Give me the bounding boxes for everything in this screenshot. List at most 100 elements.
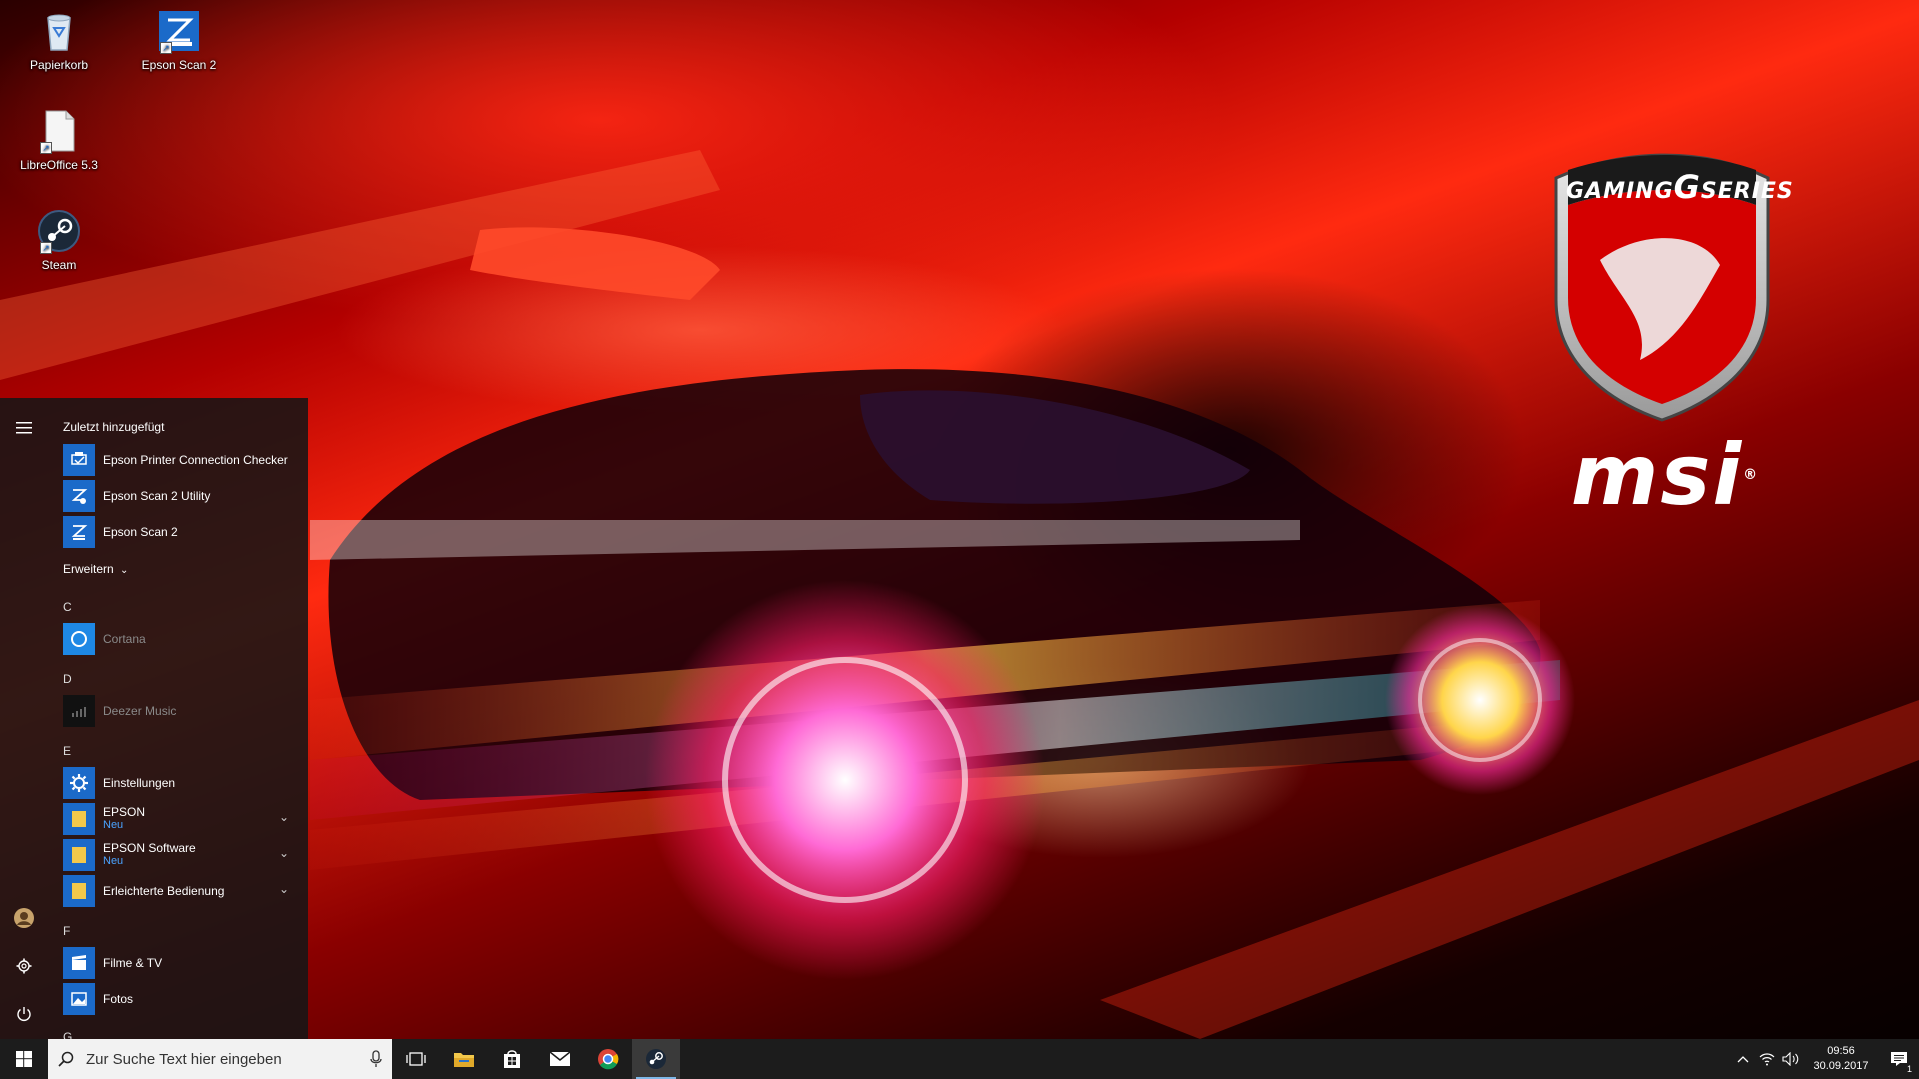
taskbar-file-explorer[interactable] — [440, 1039, 488, 1079]
app-folder-epson[interactable]: EPSON Neu ⌄ — [63, 802, 303, 835]
expand-button[interactable]: Erweitern ⌄ — [63, 562, 128, 576]
settings-gear-icon[interactable] — [8, 950, 40, 982]
system-tray: 09:56 30.09.2017 1 — [1731, 1039, 1919, 1079]
app-deezer-music[interactable]: Deezer Music — [63, 694, 303, 727]
user-avatar-icon[interactable] — [8, 902, 40, 934]
expand-label: Erweitern — [63, 562, 114, 576]
libreoffice-file-icon: ↗ — [36, 108, 82, 154]
chrome-icon — [598, 1049, 619, 1070]
hamburger-menu-icon[interactable] — [8, 412, 40, 444]
taskbar-clock[interactable]: 09:56 30.09.2017 — [1803, 1044, 1879, 1074]
shortcut-arrow-icon: ↗ — [40, 242, 52, 254]
search-icon — [58, 1051, 74, 1067]
new-badge: Neu — [103, 855, 124, 867]
app-fotos[interactable]: Fotos — [63, 982, 303, 1015]
app-label: EPSON Neu — [103, 805, 145, 832]
epson-scan-icon — [63, 515, 95, 548]
app-epson-scan-2-utility[interactable]: Epson Scan 2 Utility — [63, 479, 303, 512]
clock-date: 30.09.2017 — [1813, 1060, 1869, 1072]
taskbar-mail[interactable] — [536, 1039, 584, 1079]
shortcut-arrow-icon: ↗ — [160, 42, 172, 54]
printer-checker-icon — [63, 443, 95, 476]
start-button[interactable] — [0, 1039, 48, 1079]
recycle-bin-icon — [36, 8, 82, 54]
chevron-down-icon[interactable]: ⌄ — [279, 810, 289, 824]
app-label: Epson Printer Connection Checker — [103, 452, 288, 467]
microphone-icon[interactable] — [370, 1050, 382, 1068]
volume-icon[interactable] — [1779, 1039, 1803, 1079]
app-label: Epson Scan 2 — [103, 524, 178, 539]
app-cortana[interactable]: Cortana — [63, 622, 303, 655]
chevron-down-icon[interactable]: ⌄ — [279, 882, 289, 896]
start-menu-rail — [0, 398, 48, 1039]
app-folder-epson-software[interactable]: EPSON Software Neu ⌄ — [63, 838, 303, 871]
notification-count: 1 — [1906, 1064, 1912, 1074]
cortana-icon — [63, 622, 95, 655]
photos-icon — [63, 982, 95, 1015]
steam-icon: ↗ — [36, 208, 82, 254]
taskbar-store[interactable] — [488, 1039, 536, 1079]
desktop-icon-label: Steam — [41, 258, 77, 272]
app-label: Filme & TV — [103, 955, 163, 970]
notification-icon — [1891, 1052, 1907, 1066]
desktop-icon-steam[interactable]: ↗ Steam — [9, 208, 109, 272]
desktop-icon-label: LibreOffice 5.3 — [20, 158, 98, 172]
wifi-icon[interactable] — [1755, 1039, 1779, 1079]
action-center-button[interactable]: 1 — [1879, 1039, 1919, 1079]
new-badge: Neu — [103, 819, 124, 831]
app-epson-printer-connection-checker[interactable]: Epson Printer Connection Checker — [63, 443, 303, 476]
group-letter-g[interactable]: G — [63, 1030, 72, 1039]
start-menu: Zuletzt hinzugefügt Epson Printer Connec… — [0, 398, 308, 1039]
logo-gaming-text: GAMINGGSERIES — [1566, 168, 1794, 206]
desktop-icon-label: Epson Scan 2 — [141, 58, 217, 72]
mail-icon — [549, 1051, 571, 1066]
taskbar-chrome[interactable] — [584, 1039, 632, 1079]
film-icon — [63, 946, 95, 979]
gear-icon — [63, 766, 95, 799]
app-filme-tv[interactable]: Filme & TV — [63, 946, 303, 979]
task-view-icon — [406, 1052, 426, 1066]
group-letter-e[interactable]: E — [63, 744, 71, 758]
search-box[interactable]: Zur Suche Text hier eingeben — [48, 1039, 392, 1079]
folder-icon — [63, 874, 95, 907]
folder-icon — [63, 838, 95, 871]
desktop-icon-recycle-bin[interactable]: Papierkorb — [9, 8, 109, 72]
deezer-icon — [63, 694, 95, 727]
windows-logo-icon — [16, 1051, 32, 1067]
scan-utility-icon — [63, 479, 95, 512]
app-label: EPSON Software Neu — [103, 841, 196, 868]
shortcut-arrow-icon: ↗ — [40, 142, 52, 154]
clock-time: 09:56 — [1827, 1045, 1855, 1057]
chevron-up-icon[interactable] — [1731, 1039, 1755, 1079]
power-icon[interactable] — [8, 998, 40, 1030]
search-placeholder: Zur Suche Text hier eingeben — [86, 1050, 282, 1068]
start-menu-app-list[interactable]: Zuletzt hinzugefügt Epson Printer Connec… — [48, 398, 308, 1039]
app-folder-erleichterte-bedienung[interactable]: Erleichterte Bedienung ⌄ — [63, 874, 303, 907]
app-label: Deezer Music — [103, 703, 177, 718]
app-label: Einstellungen — [103, 775, 176, 790]
app-einstellungen[interactable]: Einstellungen — [63, 766, 303, 799]
taskbar: Zur Suche Text hier eingeben 09:56 30.09… — [0, 1039, 1919, 1079]
chevron-down-icon: ⌄ — [120, 565, 129, 576]
app-label: Fotos — [103, 991, 134, 1006]
app-label: Epson Scan 2 Utility — [103, 488, 211, 503]
taskbar-steam[interactable] — [632, 1039, 680, 1079]
chevron-down-icon[interactable]: ⌄ — [279, 846, 289, 860]
epson-scan-icon: ↗ — [156, 8, 202, 54]
msi-brand-text: msi® — [1570, 426, 1760, 524]
group-letter-c[interactable]: C — [63, 600, 72, 614]
app-name: EPSON Software — [103, 841, 196, 855]
group-letter-f[interactable]: F — [63, 924, 70, 938]
task-view-button[interactable] — [392, 1039, 440, 1079]
desktop-icon-libreoffice[interactable]: ↗ LibreOffice 5.3 — [9, 108, 109, 172]
group-letter-d[interactable]: D — [63, 672, 72, 686]
app-epson-scan-2[interactable]: Epson Scan 2 — [63, 515, 303, 548]
app-label: Cortana — [103, 631, 146, 646]
file-explorer-icon — [454, 1053, 474, 1067]
recently-added-heading: Zuletzt hinzugefügt — [63, 420, 165, 434]
app-name: EPSON — [103, 805, 146, 819]
app-label: Erleichterte Bedienung — [103, 883, 225, 898]
desktop-icon-label: Papierkorb — [29, 58, 89, 72]
folder-icon — [63, 802, 95, 835]
desktop-icon-epson-scan-2[interactable]: ↗ Epson Scan 2 — [129, 8, 229, 72]
